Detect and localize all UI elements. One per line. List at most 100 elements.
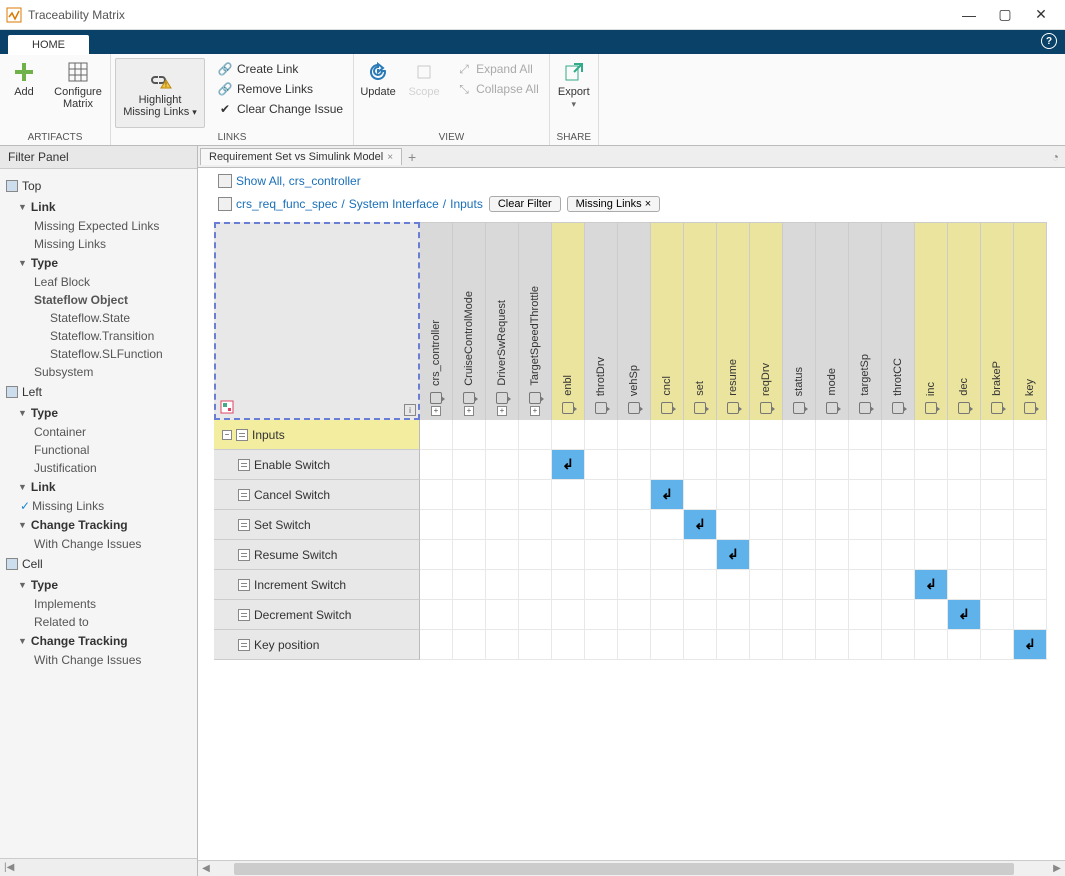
matrix-cell[interactable] xyxy=(684,450,717,480)
matrix-cell[interactable] xyxy=(453,600,486,630)
matrix-cell[interactable] xyxy=(816,450,849,480)
expand-icon[interactable]: + xyxy=(530,406,540,416)
matrix-cell[interactable] xyxy=(519,630,552,660)
matrix-cell[interactable] xyxy=(453,510,486,540)
filter-item[interactable]: With Change Issues xyxy=(4,535,193,553)
column-header[interactable]: reqDrv xyxy=(750,222,783,420)
column-header[interactable]: cncl xyxy=(651,222,684,420)
clear-change-issue-button[interactable]: ✔Clear Change Issue xyxy=(215,100,345,118)
filter-left-change-header[interactable]: Change Tracking xyxy=(4,515,193,535)
scroll-right-icon[interactable]: ▶ xyxy=(1049,863,1065,874)
matrix-cell-linked[interactable]: ↲ xyxy=(717,540,750,570)
matrix-cell[interactable] xyxy=(519,450,552,480)
matrix-cell[interactable] xyxy=(651,420,684,450)
breadcrumb-link[interactable]: crs_req_func_spec xyxy=(236,197,337,211)
matrix-cell[interactable] xyxy=(750,570,783,600)
matrix-cell-linked[interactable]: ↲ xyxy=(552,450,585,480)
matrix-cell[interactable] xyxy=(1014,420,1047,450)
expand-icon[interactable]: + xyxy=(431,406,441,416)
minimize-button[interactable]: — xyxy=(951,3,987,27)
column-header[interactable]: TargetSpeedThrottle+ xyxy=(519,222,552,420)
matrix-cell[interactable] xyxy=(750,510,783,540)
matrix-cell[interactable] xyxy=(783,510,816,540)
matrix-cell[interactable] xyxy=(948,630,981,660)
matrix-cell[interactable] xyxy=(552,630,585,660)
export-button[interactable]: Export▾ xyxy=(554,58,594,112)
matrix-cell[interactable] xyxy=(453,450,486,480)
matrix-cell[interactable] xyxy=(915,480,948,510)
column-header[interactable]: key xyxy=(1014,222,1047,420)
filter-section-cell[interactable]: Cell xyxy=(4,553,193,575)
update-button[interactable]: Update xyxy=(358,58,398,100)
matrix-cell[interactable] xyxy=(651,450,684,480)
matrix-cell-linked[interactable]: ↲ xyxy=(684,510,717,540)
matrix-cell[interactable] xyxy=(486,630,519,660)
matrix-cell[interactable] xyxy=(717,480,750,510)
matrix-cell[interactable] xyxy=(420,570,453,600)
column-header[interactable]: throtDrv xyxy=(585,222,618,420)
matrix-cell[interactable] xyxy=(486,600,519,630)
matrix-cell[interactable] xyxy=(420,600,453,630)
matrix-cell[interactable] xyxy=(552,570,585,600)
matrix-cell[interactable] xyxy=(717,450,750,480)
filter-item[interactable]: Missing Links xyxy=(4,235,193,253)
matrix-cell[interactable] xyxy=(1014,600,1047,630)
matrix-cell[interactable] xyxy=(849,510,882,540)
matrix-cell[interactable] xyxy=(618,600,651,630)
matrix-cell[interactable] xyxy=(519,420,552,450)
matrix-cell[interactable] xyxy=(816,510,849,540)
matrix-cell[interactable] xyxy=(915,450,948,480)
matrix-cell[interactable] xyxy=(882,480,915,510)
filter-item[interactable]: Stateflow.State xyxy=(4,309,193,327)
matrix-cell[interactable] xyxy=(717,420,750,450)
matrix-cell[interactable] xyxy=(618,510,651,540)
row-header[interactable]: −Inputs xyxy=(214,420,420,450)
show-all-link[interactable]: Show All, crs_controller xyxy=(236,174,361,188)
matrix-cell[interactable] xyxy=(750,480,783,510)
matrix-cell[interactable] xyxy=(486,480,519,510)
matrix-cell[interactable] xyxy=(948,540,981,570)
row-header[interactable]: Enable Switch xyxy=(214,450,420,480)
matrix-cell[interactable] xyxy=(1014,570,1047,600)
matrix-cell[interactable] xyxy=(981,480,1014,510)
matrix-cell[interactable] xyxy=(816,480,849,510)
filter-item[interactable]: Stateflow.Transition xyxy=(4,327,193,345)
matrix-cell[interactable] xyxy=(519,570,552,600)
matrix-cell[interactable] xyxy=(882,600,915,630)
row-header[interactable]: Resume Switch xyxy=(214,540,420,570)
matrix-cell[interactable] xyxy=(552,540,585,570)
matrix-cell[interactable] xyxy=(750,600,783,630)
matrix-cell[interactable] xyxy=(684,600,717,630)
matrix-cell[interactable] xyxy=(915,600,948,630)
matrix-cell[interactable] xyxy=(783,420,816,450)
matrix-cell[interactable] xyxy=(684,540,717,570)
matrix-cell[interactable] xyxy=(750,450,783,480)
matrix-tab-active[interactable]: Requirement Set vs Simulink Model× xyxy=(200,148,402,165)
column-header[interactable]: DriverSwRequest+ xyxy=(486,222,519,420)
matrix-cell[interactable] xyxy=(420,540,453,570)
matrix-cell[interactable] xyxy=(552,480,585,510)
matrix-cell[interactable] xyxy=(981,540,1014,570)
matrix-cell[interactable] xyxy=(651,570,684,600)
matrix-cell[interactable] xyxy=(453,540,486,570)
filter-left-link-header[interactable]: Link xyxy=(4,477,193,497)
matrix-cell[interactable] xyxy=(585,420,618,450)
matrix-cell[interactable] xyxy=(519,600,552,630)
breadcrumb-link[interactable]: Inputs xyxy=(450,197,483,211)
matrix-cell[interactable] xyxy=(882,630,915,660)
matrix-cell[interactable] xyxy=(948,570,981,600)
filter-item[interactable]: Subsystem xyxy=(4,363,193,381)
breadcrumb-link[interactable]: System Interface xyxy=(349,197,439,211)
matrix-cell[interactable] xyxy=(486,450,519,480)
column-header[interactable]: dec xyxy=(948,222,981,420)
matrix-cell[interactable] xyxy=(684,480,717,510)
column-header[interactable]: brakeP xyxy=(981,222,1014,420)
tab-settings-icon[interactable]: ◔ xyxy=(1052,150,1059,164)
scope-button[interactable]: Scope xyxy=(404,58,444,100)
matrix-cell[interactable] xyxy=(420,630,453,660)
matrix-cell[interactable] xyxy=(618,450,651,480)
filter-top-link-header[interactable]: Link xyxy=(4,197,193,217)
column-header[interactable]: crs_controller+ xyxy=(420,222,453,420)
matrix-cell-linked[interactable]: ↲ xyxy=(915,570,948,600)
matrix-cell[interactable] xyxy=(585,570,618,600)
